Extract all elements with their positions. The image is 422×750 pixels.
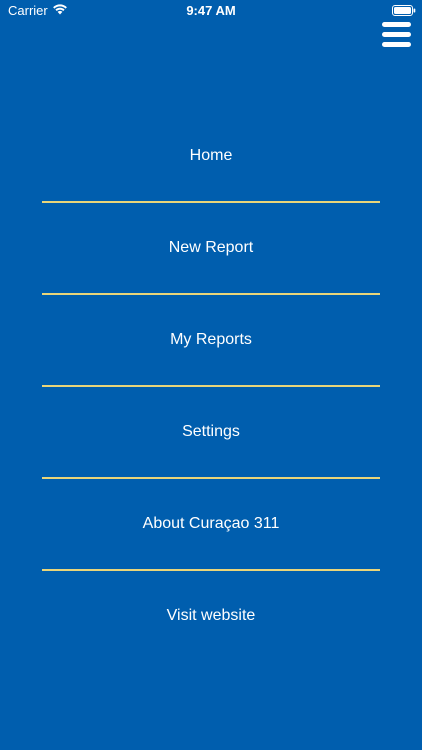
- menu-bar: [382, 32, 411, 37]
- status-bar: Carrier 9:47 AM: [0, 0, 422, 22]
- menu-item-my-reports[interactable]: My Reports: [42, 295, 380, 385]
- menu-bar: [382, 42, 411, 47]
- menu-item-about[interactable]: About Curaçao 311: [42, 479, 380, 569]
- menu-item-settings[interactable]: Settings: [42, 387, 380, 477]
- menu-bar: [382, 22, 411, 27]
- menu-item-new-report[interactable]: New Report: [42, 203, 380, 293]
- battery-icon: [392, 5, 416, 16]
- menu-item-home[interactable]: Home: [42, 111, 380, 201]
- status-time: 9:47 AM: [186, 3, 236, 18]
- side-menu: Home New Report My Reports Settings Abou…: [42, 111, 380, 661]
- menu-item-visit-website[interactable]: Visit website: [42, 571, 380, 661]
- hamburger-menu-icon[interactable]: [380, 20, 414, 50]
